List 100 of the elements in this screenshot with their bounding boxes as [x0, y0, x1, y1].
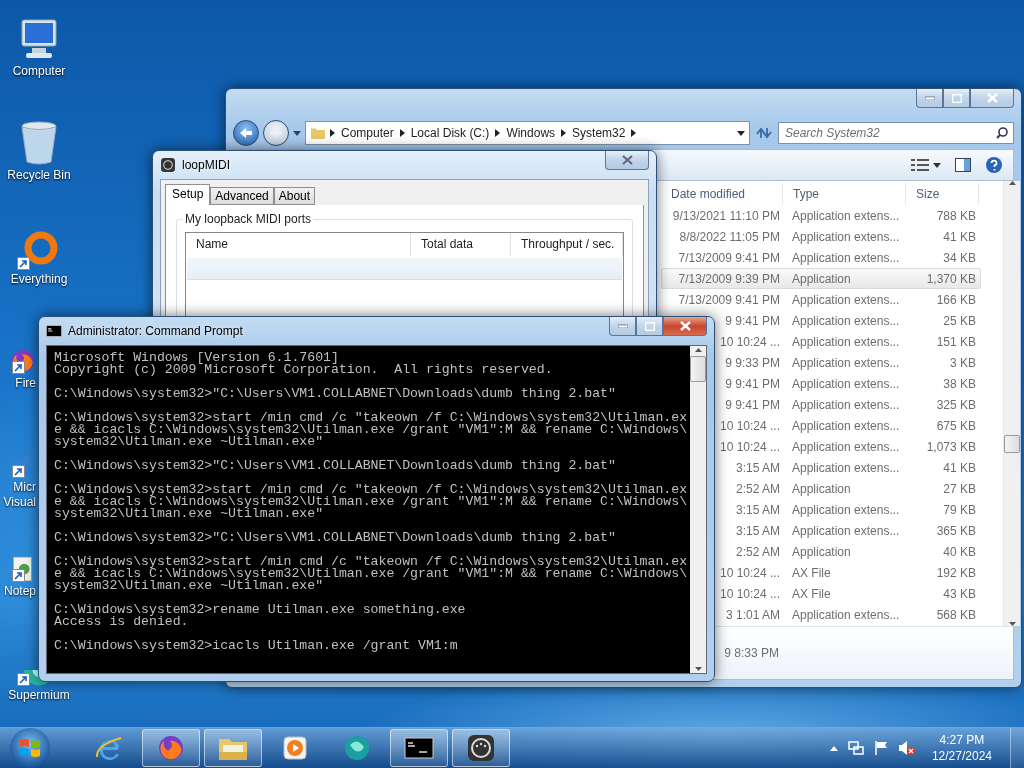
clock[interactable]: 4:27 PM 12/27/2024	[931, 732, 992, 764]
breadcrumb-item[interactable]: Local Disk (C:)	[408, 126, 492, 140]
console-line: system32\Utilman.exe ~Utilman.exe"	[54, 580, 324, 592]
chevron-icon	[631, 129, 637, 137]
size-cell: 365 KB	[936, 523, 976, 538]
taskbar-button[interactable]	[452, 729, 510, 767]
type-cell: AX File	[792, 565, 831, 580]
minimize-button[interactable]	[609, 317, 636, 336]
desktop-icon-label[interactable]: Everything	[10, 272, 68, 287]
desktop-icon-label[interactable]: Computer	[12, 64, 66, 79]
help-icon[interactable]	[985, 156, 1003, 174]
size-cell: 43 KB	[943, 586, 976, 601]
window-title: Administrator: Command Prompt	[68, 324, 243, 338]
type-cell: Application extens...	[792, 397, 900, 412]
size-cell: 40 KB	[943, 544, 976, 559]
scrollbar[interactable]	[1003, 181, 1020, 626]
scrollbar[interactable]	[690, 346, 706, 673]
address-bar[interactable]: Computer Local Disk (C:) Windows System32	[305, 121, 750, 145]
view-list-icon[interactable]	[911, 158, 941, 172]
date-cell: 3 1:01 AM	[725, 607, 780, 622]
breadcrumb-item[interactable]: Computer	[339, 126, 396, 140]
back-button[interactable]	[233, 120, 259, 146]
clock-time: 4:27 PM	[939, 732, 985, 748]
taskbar-button[interactable]	[204, 729, 262, 767]
console-line: system32\Utilman.exe ~Utilman.exe"	[54, 436, 324, 448]
minimize-icon	[924, 96, 935, 100]
console-line: C:\Windows\system32>"C:\Users\VM1.COLLABNET\Downloads\dumb thing 2.bat"	[54, 388, 617, 400]
desktop-icon-label[interactable]: Micr Visual	[0, 480, 36, 510]
size-cell: 325 KB	[936, 397, 976, 412]
size-cell: 3 KB	[950, 355, 976, 370]
date-cell: 10 10:24 ...	[719, 565, 780, 580]
start-button[interactable]	[10, 728, 50, 768]
column-header[interactable]: Name	[186, 233, 411, 256]
column-header[interactable]: Date modified	[661, 183, 783, 205]
tab[interactable]: Setup	[165, 184, 211, 205]
console-line: C:\Windows\system32>rename Utilman.exe something.exe	[54, 604, 467, 616]
shortcut-arrow-icon	[12, 361, 25, 374]
column-header[interactable]: Size	[906, 183, 979, 205]
desktop-icon-label[interactable]: Supermium	[8, 688, 70, 703]
forward-button[interactable]	[263, 120, 289, 146]
scrollbar-thumb[interactable]	[690, 356, 706, 382]
console-line: system32\Utilman.exe ~Utilman.exe"	[54, 508, 324, 520]
scroll-up-icon	[694, 348, 702, 352]
search-icon	[996, 127, 1008, 139]
type-cell: Application	[792, 481, 851, 496]
tab[interactable]: About	[273, 187, 316, 205]
size-cell: 38 KB	[943, 376, 976, 391]
maximize-button[interactable]	[636, 317, 663, 336]
taskbar-button[interactable]	[390, 729, 448, 767]
size-cell: 166 KB	[936, 292, 976, 307]
close-button[interactable]	[970, 89, 1014, 108]
date-cell: 2:52 AM	[735, 544, 780, 559]
size-cell: 25 KB	[943, 313, 976, 328]
close-icon	[986, 93, 998, 103]
chevron-icon	[399, 129, 405, 137]
close-button[interactable]	[663, 317, 707, 336]
maximize-button[interactable]	[943, 89, 970, 108]
tab[interactable]: Advanced	[210, 187, 274, 205]
console-line: Access is denied.	[54, 616, 189, 628]
preview-pane-icon[interactable]	[955, 158, 971, 172]
midi-port-icon	[466, 733, 496, 763]
fox-globe-icon	[157, 734, 185, 762]
refresh-icon[interactable]	[754, 125, 774, 141]
minimize-button[interactable]	[916, 89, 943, 108]
size-cell: 41 KB	[943, 460, 976, 475]
date-cell: 9 9:41 PM	[725, 397, 780, 412]
details-text: 9 8:33 PM	[724, 646, 779, 660]
file-row[interactable]: 7/13/2009 9:39 PM Application 1,370 KB	[661, 268, 981, 289]
column-header[interactable]: Type	[783, 183, 906, 205]
flag-icon[interactable]	[873, 740, 888, 756]
size-cell: 675 KB	[936, 418, 976, 433]
caret-up-icon[interactable]	[829, 745, 838, 751]
play-icon	[282, 735, 308, 761]
speaker-icon[interactable]	[897, 740, 916, 756]
size-cell: 192 KB	[936, 565, 976, 580]
type-cell: Application extens...	[792, 439, 900, 454]
breadcrumb-item[interactable]: Windows	[504, 126, 558, 140]
column-header[interactable]: Total data	[411, 233, 511, 256]
chevron-icon	[330, 129, 335, 137]
show-desktop-button[interactable]	[1010, 728, 1024, 768]
breadcrumb-item[interactable]: System32	[570, 126, 628, 140]
date-cell: 10 10:24 ...	[719, 586, 780, 601]
size-cell: 41 KB	[943, 229, 976, 244]
desktop-icon-label[interactable]: Fire	[0, 376, 36, 391]
search-field[interactable]: Search System32	[778, 122, 1014, 144]
column-header[interactable]: Throughput / sec.	[511, 233, 623, 256]
close-button[interactable]	[605, 151, 649, 170]
terminal-icon	[46, 325, 62, 337]
scroll-up-icon	[1008, 181, 1016, 185]
network-icon[interactable]	[847, 740, 864, 756]
console-line: C:\Windows\system32>"C:\Users\VM1.COLLABNET\Downloads\dumb thing 2.bat"	[54, 460, 617, 472]
date-cell: 10 10:24 ...	[719, 334, 780, 349]
console-line: C:\Windows\system32>start /min cmd /c "takeown /f C:\Windows\system32\Utilman.ex	[54, 484, 689, 496]
console-line: C:\Windows\system32>"C:\Users\VM1.COLLABNET\Downloads\dumb thing 2.bat"	[54, 532, 617, 544]
desktop-icon-label[interactable]: Recycle Bin	[7, 168, 71, 183]
console-line: e && icacls C:\Windows\system32\Utilman.exe /grant "VM1":M && rename C:\Windows\	[54, 568, 689, 580]
date-cell: 3:15 AM	[735, 502, 780, 517]
scrollbar-thumb[interactable]	[1004, 435, 1020, 453]
type-cell: Application extens...	[792, 502, 900, 517]
clock-date: 12/27/2024	[931, 748, 992, 764]
